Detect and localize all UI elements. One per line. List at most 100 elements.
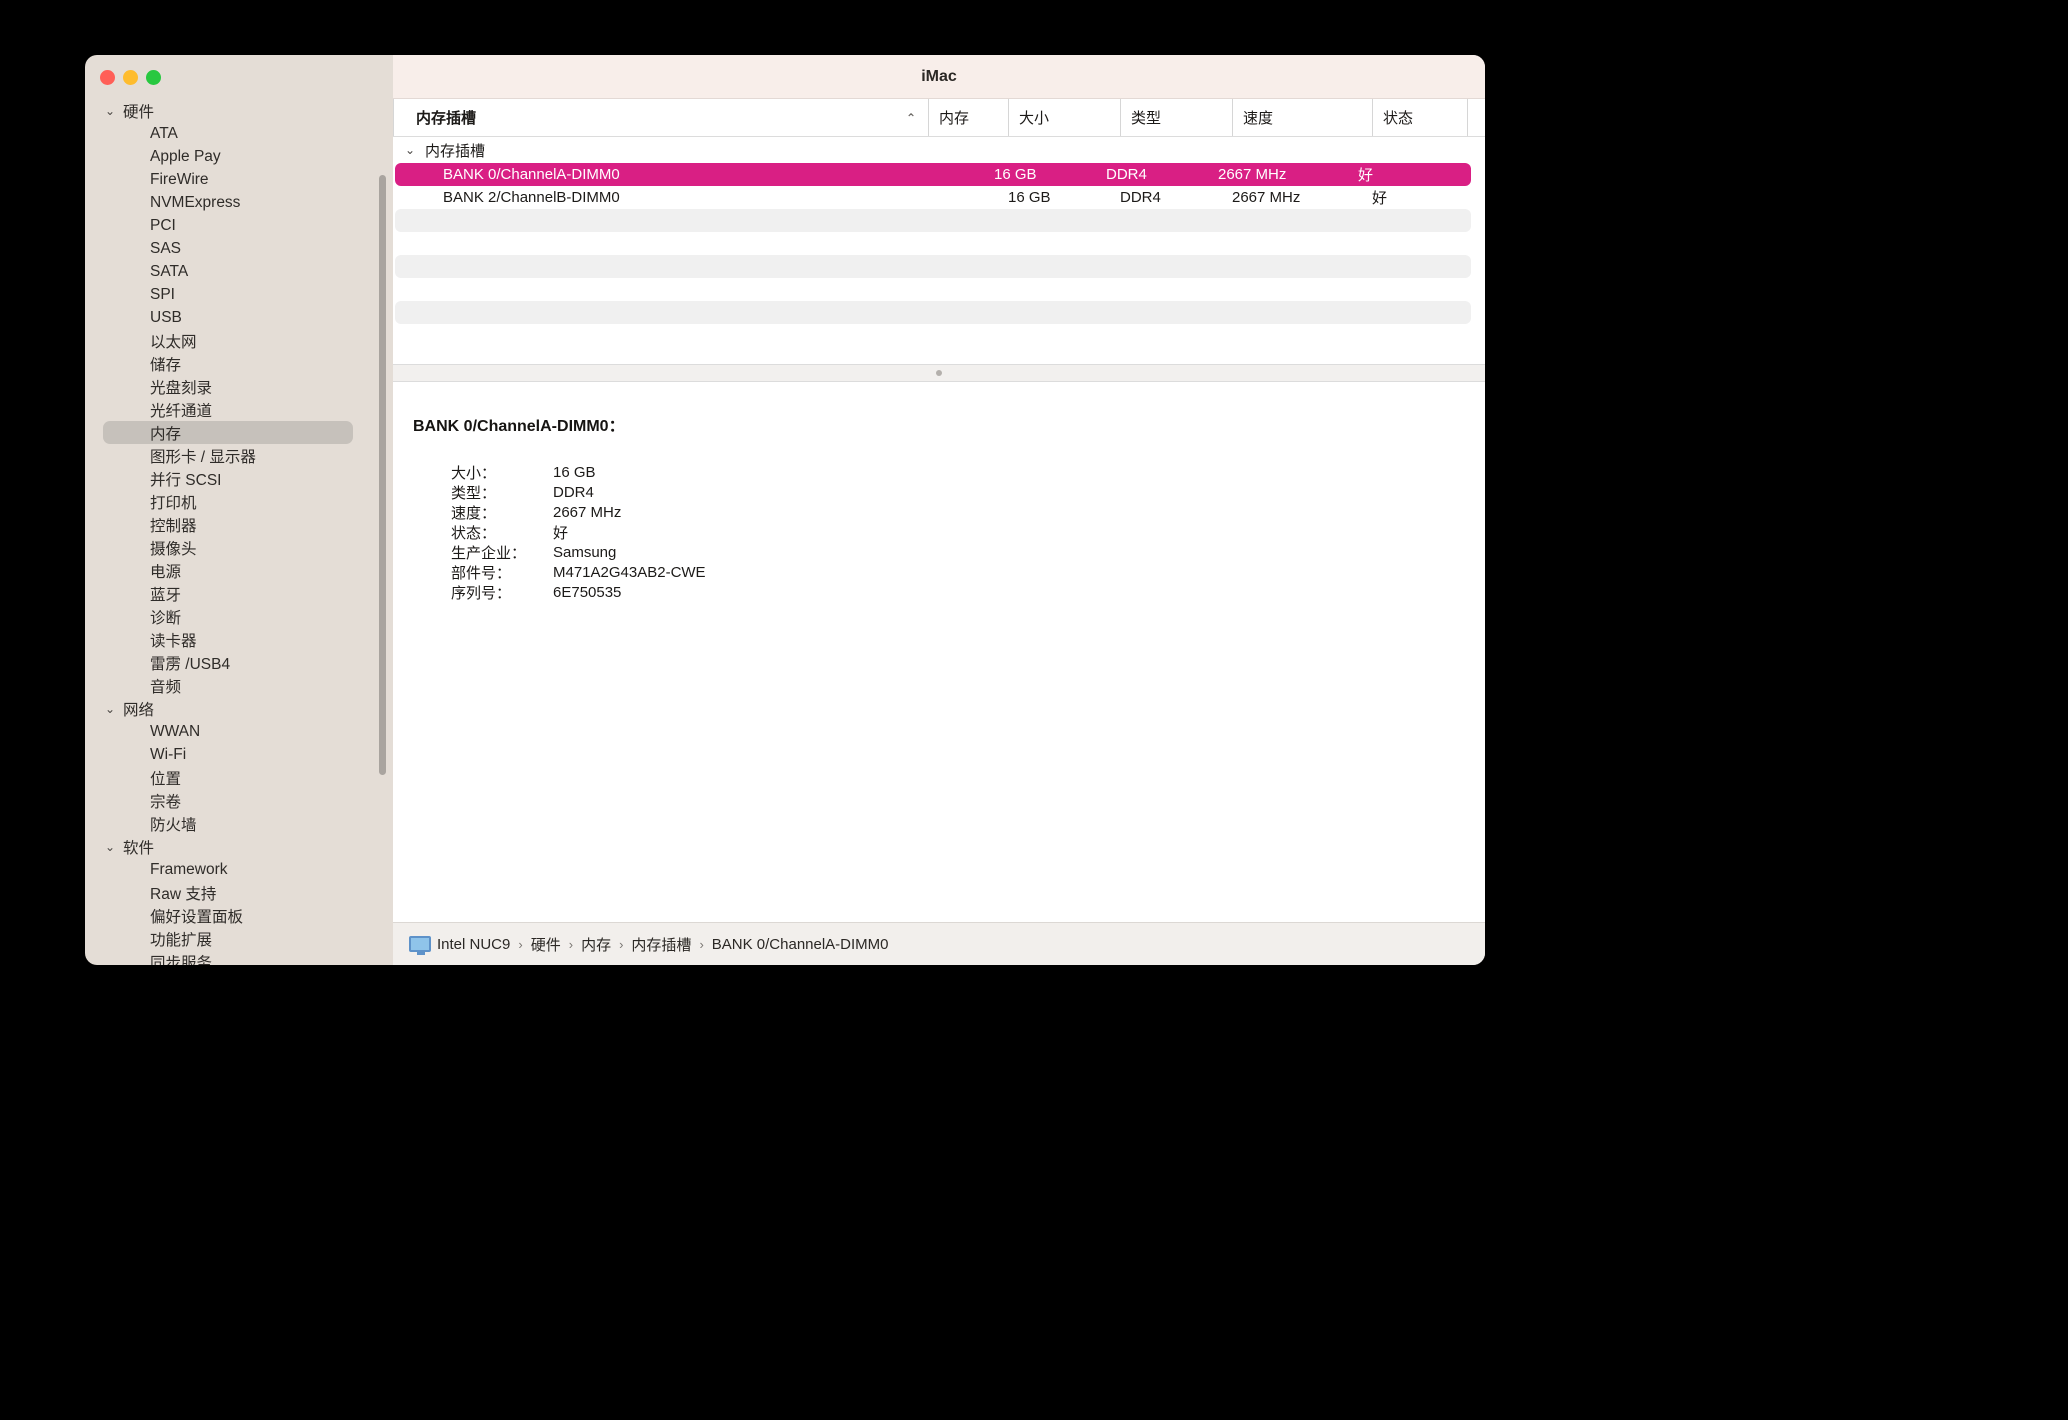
- breadcrumb-item[interactable]: BANK 0/ChannelA-DIMM0: [712, 936, 889, 953]
- sidebar-item-控制器[interactable]: 控制器: [85, 513, 393, 536]
- window-controls: [100, 70, 161, 85]
- breadcrumb-item[interactable]: Intel NUC9: [437, 936, 510, 953]
- sidebar-item-ATA[interactable]: ATA: [85, 122, 393, 145]
- minimize-button[interactable]: [123, 70, 138, 85]
- splitter-grip-icon: [936, 370, 942, 376]
- sidebar-item-同步服务[interactable]: 同步服务: [85, 950, 393, 966]
- sidebar-scrollbar[interactable]: [379, 175, 386, 775]
- detail-row: 生产企业： Samsung: [393, 542, 1485, 562]
- sidebar-item-防火墙[interactable]: 防火墙: [85, 812, 393, 835]
- column-header-memory[interactable]: 内存: [928, 99, 1008, 136]
- table-row[interactable]: BANK 0/ChannelA-DIMM0 16 GB DDR4 2667 MHz 好: [395, 163, 1471, 186]
- sidebar-item-Apple-Pay[interactable]: Apple Pay: [85, 145, 393, 168]
- sidebar-item-内存[interactable]: 内存: [103, 421, 353, 444]
- detail-row: 大小： 16 GB: [393, 462, 1485, 482]
- sidebar-item-SATA[interactable]: SATA: [85, 260, 393, 283]
- sidebar-item-NVMExpress[interactable]: NVMExpress: [85, 191, 393, 214]
- column-header-status[interactable]: 状态: [1372, 99, 1467, 136]
- sidebar-item-Raw-支持[interactable]: Raw 支持: [85, 881, 393, 904]
- chevron-down-icon[interactable]: ⌄: [405, 143, 425, 157]
- sidebar-item-label: 读卡器: [150, 632, 197, 650]
- sidebar-item-打印机[interactable]: 打印机: [85, 490, 393, 513]
- tree-group-row[interactable]: ⌄ 内存插槽: [393, 137, 1485, 163]
- sidebar-group-0[interactable]: ⌄ 硬件: [85, 99, 393, 122]
- table-row-placeholder: [395, 255, 1471, 278]
- chevron-down-icon[interactable]: ⌄: [105, 105, 123, 117]
- detail-label: 部件号：: [451, 564, 512, 582]
- pane-splitter[interactable]: [393, 364, 1485, 382]
- sidebar-item-宗卷[interactable]: 宗卷: [85, 789, 393, 812]
- sidebar-item-并行-SCSI[interactable]: 并行 SCSI: [85, 467, 393, 490]
- table-row-placeholder: [395, 301, 1471, 324]
- detail-value: DDR4: [553, 483, 594, 501]
- detail-row: 部件号： M471A2G43AB2-CWE: [393, 562, 1485, 582]
- sidebar-item-读卡器[interactable]: 读卡器: [85, 628, 393, 651]
- sidebar-item-雷雳-/USB4[interactable]: 雷雳 /USB4: [85, 651, 393, 674]
- column-header-name[interactable]: 内存插槽 ⌃: [393, 99, 928, 136]
- sidebar-item-label: Raw 支持: [150, 885, 217, 903]
- cell-speed: 2667 MHz: [1218, 166, 1287, 183]
- sidebar-item-储存[interactable]: 储存: [85, 352, 393, 375]
- cell-speed: 2667 MHz: [1232, 189, 1301, 206]
- breadcrumb-item[interactable]: 内存插槽: [631, 934, 691, 955]
- sidebar-item-label: 偏好设置面板: [150, 908, 244, 926]
- sidebar-item-功能扩展[interactable]: 功能扩展: [85, 927, 393, 950]
- detail-title: BANK 0/ChannelA-DIMM0：: [413, 418, 625, 435]
- sidebar-item-Framework[interactable]: Framework: [85, 858, 393, 881]
- breadcrumb-item[interactable]: 内存: [581, 934, 611, 955]
- sidebar-item-SPI[interactable]: SPI: [85, 283, 393, 306]
- sidebar-item-label: 雷雳 /USB4: [150, 655, 231, 673]
- window-titlebar: iMac: [393, 55, 1485, 99]
- chevron-down-icon[interactable]: ⌄: [105, 841, 123, 853]
- table-row[interactable]: BANK 2/ChannelB-DIMM0 16 GB DDR4 2667 MHz 好: [393, 186, 1485, 209]
- breadcrumb-separator-icon: ›: [518, 936, 523, 952]
- sidebar-item-偏好设置面板[interactable]: 偏好设置面板: [85, 904, 393, 927]
- sidebar-item-SAS[interactable]: SAS: [85, 237, 393, 260]
- breadcrumb-item[interactable]: 硬件: [531, 934, 561, 955]
- sidebar-item-光盘刻录[interactable]: 光盘刻录: [85, 375, 393, 398]
- sidebar-item-label: 音频: [150, 678, 182, 696]
- column-header-name-label: 内存插槽: [416, 110, 477, 127]
- sidebar-group-2[interactable]: ⌄ 软件: [85, 835, 393, 858]
- table-row-placeholder: [395, 209, 1471, 232]
- table-row-placeholder: [393, 278, 1485, 301]
- detail-row: 速度： 2667 MHz: [393, 502, 1485, 522]
- sidebar-item-WWAN[interactable]: WWAN: [85, 720, 393, 743]
- sidebar-item-图形卡-/-显示器[interactable]: 图形卡 / 显示器: [85, 444, 393, 467]
- close-button[interactable]: [100, 70, 115, 85]
- sidebar-group-1[interactable]: ⌄ 网络: [85, 697, 393, 720]
- sidebar-item-Wi-Fi[interactable]: Wi-Fi: [85, 743, 393, 766]
- chevron-down-icon[interactable]: ⌄: [105, 703, 123, 715]
- sidebar-item-label: SATA: [150, 262, 189, 280]
- column-header-speed[interactable]: 速度: [1232, 99, 1372, 136]
- sidebar-item-以太网[interactable]: 以太网: [85, 329, 393, 352]
- column-header-size[interactable]: 大小: [1008, 99, 1120, 136]
- breadcrumb-separator-icon: ›: [568, 936, 574, 952]
- sort-ascending-icon: ⌃: [905, 110, 916, 125]
- sidebar-item-label: 并行 SCSI: [150, 471, 222, 489]
- sidebar-item-蓝牙[interactable]: 蓝牙: [85, 582, 393, 605]
- sidebar-item-label: Wi-Fi: [150, 745, 187, 763]
- sidebar-item-电源[interactable]: 电源: [85, 559, 393, 582]
- sidebar-item-label: 同步服务: [150, 954, 213, 966]
- sidebar-item-位置[interactable]: 位置: [85, 766, 393, 789]
- sidebar-item-光纤通道[interactable]: 光纤通道: [85, 398, 393, 421]
- sidebar-item-摄像头[interactable]: 摄像头: [85, 536, 393, 559]
- detail-row: 序列号： 6E750535: [393, 582, 1485, 602]
- detail-label: 类型：: [451, 484, 497, 502]
- tree-group-label: 内存插槽: [425, 142, 486, 160]
- sidebar-item-音频[interactable]: 音频: [85, 674, 393, 697]
- maximize-button[interactable]: [146, 70, 161, 85]
- cell-type: DDR4: [1106, 166, 1147, 183]
- cell-type: DDR4: [1120, 189, 1161, 206]
- detail-label: 生产企业：: [451, 544, 527, 562]
- sidebar-item-诊断[interactable]: 诊断: [85, 605, 393, 628]
- sidebar-item-label: Framework: [150, 860, 228, 878]
- sidebar-item-FireWire[interactable]: FireWire: [85, 168, 393, 191]
- sidebar-item-USB[interactable]: USB: [85, 306, 393, 329]
- sidebar-item-PCI[interactable]: PCI: [85, 214, 393, 237]
- detail-label: 序列号：: [451, 584, 512, 602]
- column-header-type[interactable]: 类型: [1120, 99, 1232, 136]
- detail-value: 16 GB: [553, 463, 596, 481]
- detail-row: 状态： 好: [393, 522, 1485, 542]
